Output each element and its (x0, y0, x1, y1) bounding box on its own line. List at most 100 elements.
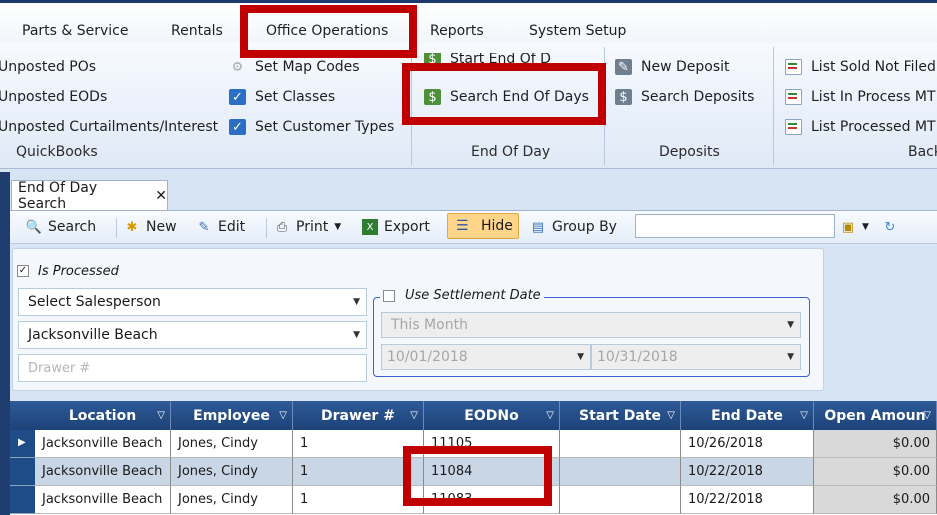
printer-icon: ⎙ (276, 219, 288, 235)
hide-panel-icon: ☰ (456, 218, 469, 234)
use-settlement-date-checkbox[interactable] (383, 289, 395, 302)
unposted-curtailments-button[interactable]: Unposted Curtailments/Interest (0, 119, 218, 135)
is-processed-label: Is Processed (38, 264, 119, 279)
document-list-icon (785, 59, 802, 75)
cell-start-date (560, 458, 681, 486)
set-map-codes-button[interactable]: ⚙ Set Map Codes (229, 59, 360, 75)
cell-end-date: 10/22/2018 (681, 458, 814, 486)
filter-icon[interactable]: ▽ (410, 410, 418, 421)
search-button[interactable]: 🔍 Search (26, 219, 96, 235)
unposted-pos-button[interactable]: Unposted POs (0, 59, 96, 75)
excel-icon: X (362, 219, 378, 235)
cell-start-date (560, 430, 681, 458)
document-list-icon (785, 119, 802, 135)
cell-open-amount: $0.00 (814, 486, 937, 514)
close-icon[interactable]: ✕ (155, 188, 167, 204)
column-header-end-date[interactable]: End Date ▽ (681, 401, 814, 430)
left-docking-strip (0, 172, 10, 515)
cell-open-amount: $0.00 (814, 458, 937, 486)
is-processed-checkbox[interactable]: ✓ (17, 265, 29, 277)
highlight-search-end-of-days (402, 63, 606, 125)
cell-employee: Jones, Cindy (171, 486, 293, 514)
date-to-input[interactable]: 10/31/2018 ▼ (591, 344, 801, 370)
column-header-drawer[interactable]: Drawer # ▽ (293, 401, 424, 430)
group-label-back: Back (908, 144, 937, 160)
deposit-icon: ✎ (615, 59, 632, 75)
tab-label: End Of Day Search (18, 179, 98, 212)
edit-icon: ✎ (198, 219, 210, 235)
filter-icon[interactable]: ▽ (800, 410, 808, 421)
refresh-button[interactable]: ↻ (882, 219, 904, 235)
location-select[interactable]: Jacksonville Beach ▼ (18, 321, 367, 349)
list-in-process-mti-button[interactable]: List In Process MTI (785, 89, 937, 105)
group-label-quickbooks: QuickBooks (16, 144, 98, 160)
group-by-combo[interactable] (635, 214, 835, 238)
highlight-office-operations (240, 5, 417, 58)
toolbar-separator (266, 218, 267, 238)
list-sold-not-filed-button[interactable]: List Sold Not Filed (785, 59, 936, 75)
drawer-number-input[interactable]: Drawer # (18, 354, 367, 382)
menu-parts-service[interactable]: Parts & Service (22, 23, 129, 39)
salesperson-select[interactable]: Select Salesperson ▼ (18, 288, 367, 316)
checkmark-icon: ✓ (229, 89, 246, 105)
new-button[interactable]: ✱ New (124, 219, 177, 235)
column-header-open-amount[interactable]: Open Amoun ▽ (814, 401, 937, 430)
set-customer-types-button[interactable]: ✓ Set Customer Types (229, 119, 394, 135)
row-selector[interactable] (10, 458, 35, 486)
group-label-deposits: Deposits (659, 144, 720, 160)
new-document-icon: ✱ (126, 219, 138, 235)
filter-icon[interactable]: ▽ (667, 410, 675, 421)
toolbar-separator (116, 218, 117, 238)
column-header-location[interactable]: Location ▽ (35, 401, 171, 430)
current-row-arrow-icon: ▶ (18, 437, 26, 448)
use-settlement-date-header: Use Settlement Date (380, 288, 544, 303)
filter-icon[interactable]: ▽ (923, 410, 931, 421)
row-selector[interactable]: ▶ (10, 430, 35, 458)
column-header-eodno[interactable]: EODNo ▽ (424, 401, 560, 430)
period-select[interactable]: This Month ▼ (381, 312, 801, 338)
cell-end-date: 10/22/2018 (681, 486, 814, 514)
binoculars-icon: 🔍 (25, 219, 43, 235)
row-selector[interactable] (10, 486, 35, 514)
column-header-start-date[interactable]: Start Date ▽ (560, 401, 681, 430)
unposted-eods-button[interactable]: Unposted EODs (0, 89, 107, 105)
group-label-end-of-day: End Of Day (471, 144, 551, 160)
cell-employee: Jones, Cindy (171, 430, 293, 458)
filter-icon[interactable]: ▽ (279, 410, 287, 421)
use-settlement-date-label: Use Settlement Date (405, 288, 541, 303)
list-processed-mti-button[interactable]: List Processed MTI (785, 119, 937, 135)
set-classes-button[interactable]: ✓ Set Classes (229, 89, 335, 105)
filter-icon[interactable]: ▽ (157, 410, 165, 421)
menu-reports[interactable]: Reports (430, 23, 484, 39)
cell-location: Jacksonville Beach (35, 486, 171, 514)
search-deposits-button[interactable]: $ Search Deposits (615, 89, 754, 105)
hide-label: Hide (481, 218, 513, 234)
cell-open-amount: $0.00 (814, 430, 937, 458)
cell-location: Jacksonville Beach (35, 430, 171, 458)
checkmark-icon: ✓ (229, 119, 246, 135)
dropdown-arrow-icon: ▼ (787, 320, 794, 330)
date-from-input[interactable]: 10/01/2018 ▼ (381, 344, 591, 370)
group-by-button[interactable]: ▤ Group By (530, 219, 617, 235)
cell-start-date (560, 486, 681, 514)
column-header-employee[interactable]: Employee ▽ (171, 401, 293, 430)
dropdown-arrow-icon: ▼ (787, 352, 794, 362)
document-list-icon (785, 89, 802, 105)
print-button[interactable]: ⎙ Print ▼ (274, 219, 341, 235)
options-menu-button[interactable]: ▣ ▼ (840, 219, 869, 235)
menu-rentals[interactable]: Rentals (171, 23, 223, 39)
edit-button[interactable]: ✎ Edit (196, 219, 246, 235)
new-deposit-button[interactable]: ✎ New Deposit (615, 59, 730, 75)
highlight-eodno-cell (403, 446, 552, 506)
export-button[interactable]: X Export (362, 219, 430, 235)
group-icon: ▤ (531, 219, 545, 235)
options-icon: ▣ (841, 219, 855, 235)
filter-icon[interactable]: ▽ (546, 410, 554, 421)
dropdown-arrow-icon: ▼ (353, 330, 360, 340)
row-selector-header (10, 401, 35, 430)
hide-button[interactable]: ☰ Hide (447, 213, 519, 239)
main-menu-bar: Parts & Service Rentals Office Operation… (0, 3, 937, 43)
tab-end-of-day-search[interactable]: End Of Day Search ✕ (11, 179, 168, 212)
refresh-icon: ↻ (884, 219, 896, 235)
menu-system-setup[interactable]: System Setup (529, 23, 626, 39)
